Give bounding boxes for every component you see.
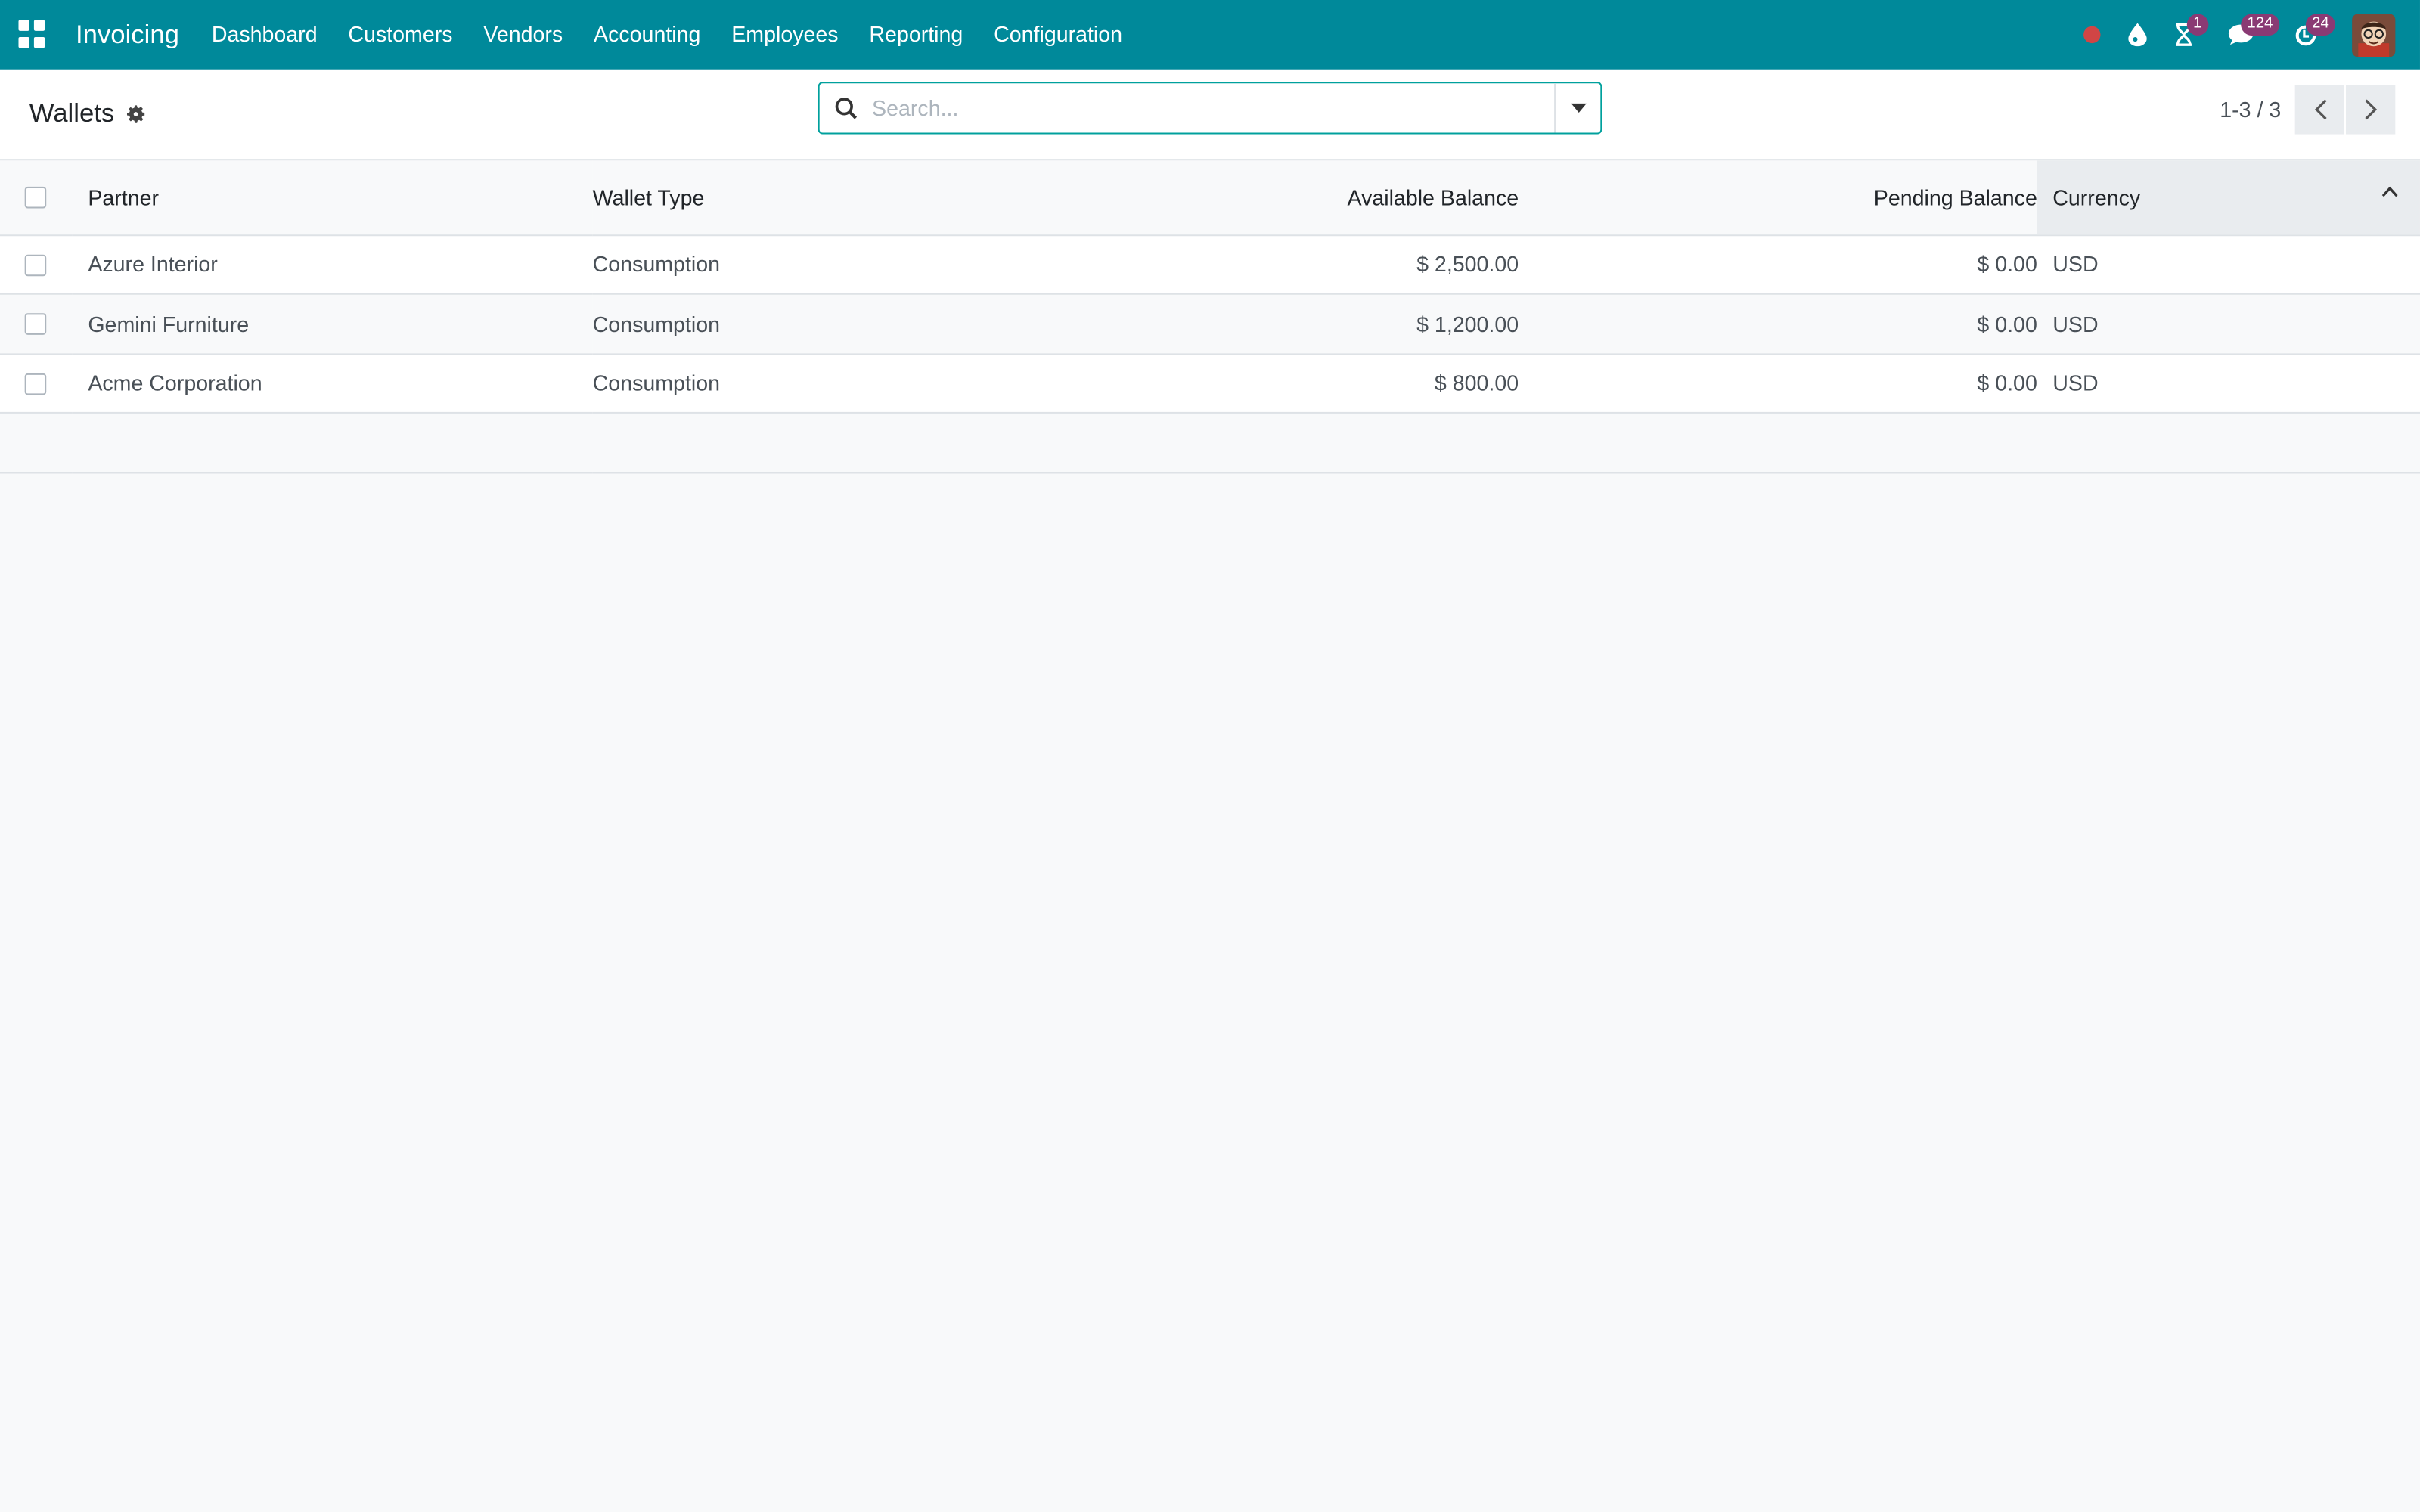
menu-customers[interactable]: Customers [333, 0, 468, 70]
droplet-icon[interactable] [2114, 0, 2161, 70]
updates-badge: 24 [2305, 14, 2335, 36]
search-input[interactable] [872, 95, 1555, 121]
breadcrumb: Wallets [29, 99, 147, 130]
gear-icon[interactable] [126, 104, 147, 125]
cell-currency[interactable]: USD [2037, 234, 2420, 295]
cell-currency[interactable]: USD [2037, 353, 2420, 414]
column-header-wallet-type[interactable]: Wallet Type [592, 160, 994, 236]
activity-badge: 1 [2186, 14, 2208, 36]
messages-badge: 124 [2241, 14, 2279, 36]
top-navbar: Invoicing Dashboard Customers Vendors Ac… [0, 0, 2420, 70]
column-header-pending-balance[interactable]: Pending Balance [1519, 160, 2037, 236]
table-row[interactable]: Acme Corporation Consumption $ 800.00 $ … [0, 353, 2420, 414]
menu-dashboard[interactable]: Dashboard [196, 0, 333, 70]
table-empty-row [0, 412, 2420, 474]
row-select-cell [0, 353, 73, 414]
pager-value[interactable]: 1-3 / 3 [2220, 98, 2281, 122]
chevron-right-icon [2364, 99, 2377, 120]
search-bar [818, 82, 1602, 135]
pager-next-button[interactable] [2346, 85, 2396, 135]
row-select-cell [0, 234, 73, 295]
row-checkbox[interactable] [24, 313, 47, 336]
row-checkbox[interactable] [24, 254, 47, 276]
cell-wallet-type[interactable]: Consumption [592, 234, 994, 295]
chevron-left-icon [2313, 99, 2326, 120]
currency-header-label: Currency [2052, 184, 2141, 210]
cell-wallet-type[interactable]: Consumption [592, 353, 994, 414]
row-checkbox[interactable] [24, 373, 47, 395]
messages-icon[interactable]: 124 [2207, 0, 2279, 70]
search-options-toggle[interactable] [1554, 83, 1600, 133]
cell-wallet-type[interactable]: Consumption [592, 293, 994, 355]
cell-available-balance[interactable]: $ 2,500.00 [994, 234, 1519, 295]
user-avatar[interactable] [2352, 13, 2396, 57]
column-header-currency[interactable]: Currency [2037, 160, 2420, 236]
table-row[interactable]: Gemini Furniture Consumption $ 1,200.00 … [0, 293, 2420, 355]
apps-grid-icon[interactable] [18, 19, 49, 51]
sort-ascending-icon [2381, 186, 2398, 197]
cell-pending-balance[interactable]: $ 0.00 [1519, 293, 2037, 355]
menu-vendors[interactable]: Vendors [468, 0, 579, 70]
cell-pending-balance[interactable]: $ 0.00 [1519, 353, 2037, 414]
app-name[interactable]: Invoicing [76, 20, 179, 51]
cell-available-balance[interactable]: $ 1,200.00 [994, 293, 1519, 355]
cell-available-balance[interactable]: $ 800.00 [994, 353, 1519, 414]
cell-partner[interactable]: Gemini Furniture [72, 293, 593, 355]
cell-partner[interactable]: Azure Interior [72, 234, 593, 295]
empty-cell [0, 412, 2420, 474]
pager: 1-3 / 3 [2220, 85, 2396, 135]
cell-currency[interactable]: USD [2037, 293, 2420, 355]
caret-down-icon [1570, 103, 1586, 113]
pager-previous-button[interactable] [2294, 85, 2344, 135]
menu-accounting[interactable]: Accounting [579, 0, 716, 70]
column-header-partner[interactable]: Partner [72, 160, 593, 236]
wallets-table: Partner Wallet Type Available Balance Pe… [0, 160, 2420, 474]
select-all-checkbox[interactable] [24, 187, 47, 209]
hourglass-activity-icon[interactable]: 1 [2161, 0, 2208, 70]
recording-dot-icon[interactable] [2068, 0, 2114, 70]
cell-partner[interactable]: Acme Corporation [72, 353, 593, 414]
page-title: Wallets [29, 98, 115, 129]
menu-employees[interactable]: Employees [716, 0, 854, 70]
table-row[interactable]: Azure Interior Consumption $ 2,500.00 $ … [0, 234, 2420, 295]
menu-configuration[interactable]: Configuration [979, 0, 1138, 70]
search-icon [820, 97, 872, 120]
menu-reporting[interactable]: Reporting [854, 0, 979, 70]
cell-pending-balance[interactable]: $ 0.00 [1519, 234, 2037, 295]
row-select-cell [0, 293, 73, 355]
control-panel: Wallets 1-3 / 3 [0, 69, 2420, 161]
select-all-cell [0, 160, 73, 236]
updates-icon[interactable]: 24 [2275, 0, 2337, 70]
table-header-row: Partner Wallet Type Available Balance Pe… [0, 160, 2420, 236]
column-header-available-balance[interactable]: Available Balance [994, 160, 1519, 236]
